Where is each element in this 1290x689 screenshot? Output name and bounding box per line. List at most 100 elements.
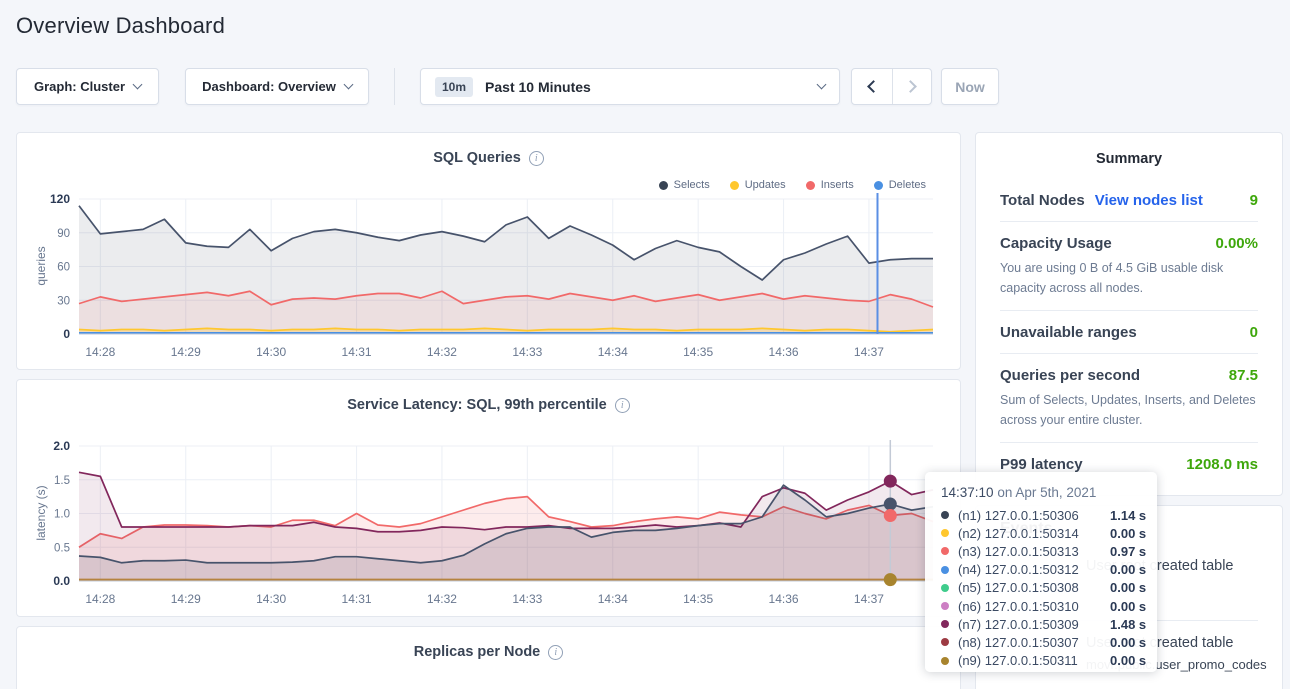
node-color-dot xyxy=(941,529,949,537)
summary-label: Total Nodes xyxy=(1000,192,1085,209)
tooltip-row-n5: (n5) 127.0.0.1:503080.00 s xyxy=(941,579,1141,597)
node-color-dot xyxy=(941,547,949,555)
sql-queries-plot[interactable]: 030609012014:2814:2914:3014:3114:3214:33… xyxy=(17,193,962,365)
y-tick-label: 30 xyxy=(57,295,70,307)
y-tick-label: 2.0 xyxy=(53,440,70,453)
node-color-dot xyxy=(941,511,949,519)
info-icon[interactable]: i xyxy=(615,398,630,413)
legend-dot xyxy=(730,181,739,190)
node-address: (n5) 127.0.0.1:50308 xyxy=(958,580,1110,595)
x-tick-label: 14:29 xyxy=(171,592,201,606)
summary-row-qps: Queries per second 87.5 Sum of Selects, … xyxy=(1000,353,1258,442)
node-latency: 1.14 s xyxy=(1110,508,1146,523)
node-latency: 0.00 s xyxy=(1110,635,1146,650)
legend-dot xyxy=(659,181,668,190)
chart-legend: Selects Updates Inserts Deletes xyxy=(659,179,926,191)
x-tick-label: 14:34 xyxy=(598,592,628,606)
y-tick-label: 1.5 xyxy=(54,475,70,487)
x-tick-label: 14:32 xyxy=(427,592,457,606)
view-nodes-list-link[interactable]: View nodes list xyxy=(1095,192,1203,209)
graph-dropdown[interactable]: Graph: Cluster xyxy=(16,68,159,105)
tooltip-timestamp: 14:37:10 on Apr 5th, 2021 xyxy=(941,485,1141,500)
legend-label: Updates xyxy=(745,179,786,191)
y-tick-label: 120 xyxy=(50,193,70,206)
tooltip-row-n4: (n4) 127.0.0.1:503120.00 s xyxy=(941,561,1141,579)
x-tick-label: 14:31 xyxy=(342,592,372,606)
x-tick-label: 14:34 xyxy=(598,345,628,359)
summary-label: Capacity Usage xyxy=(1000,235,1112,252)
tooltip-row-n3: (n3) 127.0.0.1:503130.97 s xyxy=(941,542,1141,560)
now-button[interactable]: Now xyxy=(941,68,999,105)
node-address: (n9) 127.0.0.1:50311 xyxy=(958,653,1110,668)
x-tick-label: 14:33 xyxy=(512,592,542,606)
time-range-badge: 10m xyxy=(435,77,473,97)
summary-row-unavailable: Unavailable ranges 0 xyxy=(1000,310,1258,353)
x-tick-label: 14:36 xyxy=(769,592,799,606)
x-tick-label: 14:29 xyxy=(171,345,201,359)
legend-item-inserts[interactable]: Inserts xyxy=(806,179,854,191)
x-tick-label: 14:35 xyxy=(683,345,713,359)
x-tick-label: 14:37 xyxy=(854,592,884,606)
service-latency-plot[interactable]: 0.00.51.01.52.014:2814:2914:3014:3114:32… xyxy=(17,440,962,612)
hover-point-dot xyxy=(884,573,897,586)
legend-item-selects[interactable]: Selects xyxy=(659,179,710,191)
summary-panel: Summary Total Nodes View nodes list 9 Ca… xyxy=(975,132,1283,496)
tooltip-row-n6: (n6) 127.0.0.1:503100.00 s xyxy=(941,597,1141,615)
node-address: (n6) 127.0.0.1:50310 xyxy=(958,599,1110,614)
tooltip-row-n8: (n8) 127.0.0.1:503070.00 s xyxy=(941,633,1141,651)
dashboard-dropdown[interactable]: Dashboard: Overview xyxy=(185,68,369,105)
hover-point-dot xyxy=(884,509,897,522)
node-color-dot xyxy=(941,657,949,665)
node-latency: 0.00 s xyxy=(1110,580,1146,595)
tooltip-row-n9: (n9) 127.0.0.1:503110.00 s xyxy=(941,652,1141,670)
legend-dot xyxy=(806,181,815,190)
summary-row-total-nodes: Total Nodes View nodes list 9 xyxy=(1000,179,1258,221)
chevron-left-icon xyxy=(867,80,880,93)
chart-title: Service Latency: SQL, 99th percentile xyxy=(347,397,607,413)
legend-label: Deletes xyxy=(889,179,926,191)
node-latency: 1.48 s xyxy=(1110,617,1146,632)
summary-value: 0 xyxy=(1250,324,1258,341)
summary-label: P99 latency xyxy=(1000,456,1083,473)
summary-value: 87.5 xyxy=(1229,367,1258,384)
legend-item-deletes[interactable]: Deletes xyxy=(874,179,926,191)
time-next-button[interactable] xyxy=(892,69,932,104)
chevron-right-icon xyxy=(904,80,917,93)
overview-dashboard-page: Overview Dashboard Graph: Cluster Dashbo… xyxy=(0,0,1290,689)
node-address: (n7) 127.0.0.1:50309 xyxy=(958,617,1110,632)
summary-label: Queries per second xyxy=(1000,367,1140,384)
service-latency-chart-panel: Service Latency: SQL, 99th percentile i … xyxy=(16,379,961,617)
y-tick-label: 1.0 xyxy=(54,509,70,521)
chart-title: Replicas per Node xyxy=(414,644,541,660)
summary-subtext: Sum of Selects, Updates, Inserts, and De… xyxy=(1000,390,1258,430)
hover-point-dot xyxy=(884,498,897,511)
time-nav-group xyxy=(851,68,932,105)
page-title: Overview Dashboard xyxy=(16,13,225,39)
y-tick-label: 0.5 xyxy=(54,542,70,554)
node-latency: 0.00 s xyxy=(1110,599,1146,614)
service-latency-svg[interactable]: 0.00.51.01.52.014:2814:2914:3014:3114:32… xyxy=(17,440,962,612)
sql-queries-chart-panel: SQL Queries i Selects Updates Inserts De… xyxy=(16,132,961,370)
node-color-dot xyxy=(941,584,949,592)
legend-item-updates[interactable]: Updates xyxy=(730,179,786,191)
x-tick-label: 14:36 xyxy=(769,345,799,359)
node-address: (n4) 127.0.0.1:50312 xyxy=(958,562,1110,577)
tooltip-row-n2: (n2) 127.0.0.1:503140.00 s xyxy=(941,524,1141,542)
legend-dot xyxy=(874,181,883,190)
x-tick-label: 14:33 xyxy=(512,345,542,359)
time-prev-button[interactable] xyxy=(852,69,892,104)
time-range-dropdown[interactable]: 10m Past 10 Minutes xyxy=(420,68,840,105)
node-address: (n3) 127.0.0.1:50313 xyxy=(958,544,1110,559)
chevron-down-icon xyxy=(133,80,143,90)
sql-queries-svg[interactable]: 030609012014:2814:2914:3014:3114:3214:33… xyxy=(17,193,962,365)
node-latency: 0.00 s xyxy=(1110,653,1146,668)
summary-subtext: You are using 0 B of 4.5 GiB usable disk… xyxy=(1000,258,1258,298)
tooltip-row-n7: (n7) 127.0.0.1:503091.48 s xyxy=(941,615,1141,633)
y-tick-label: 60 xyxy=(57,262,70,274)
x-tick-label: 14:31 xyxy=(342,345,372,359)
summary-value: 1208.0 ms xyxy=(1186,456,1258,473)
info-icon[interactable]: i xyxy=(529,151,544,166)
info-icon[interactable]: i xyxy=(548,645,563,660)
x-tick-label: 14:30 xyxy=(256,592,286,606)
dashboard-dropdown-label: Dashboard: Overview xyxy=(202,79,336,94)
